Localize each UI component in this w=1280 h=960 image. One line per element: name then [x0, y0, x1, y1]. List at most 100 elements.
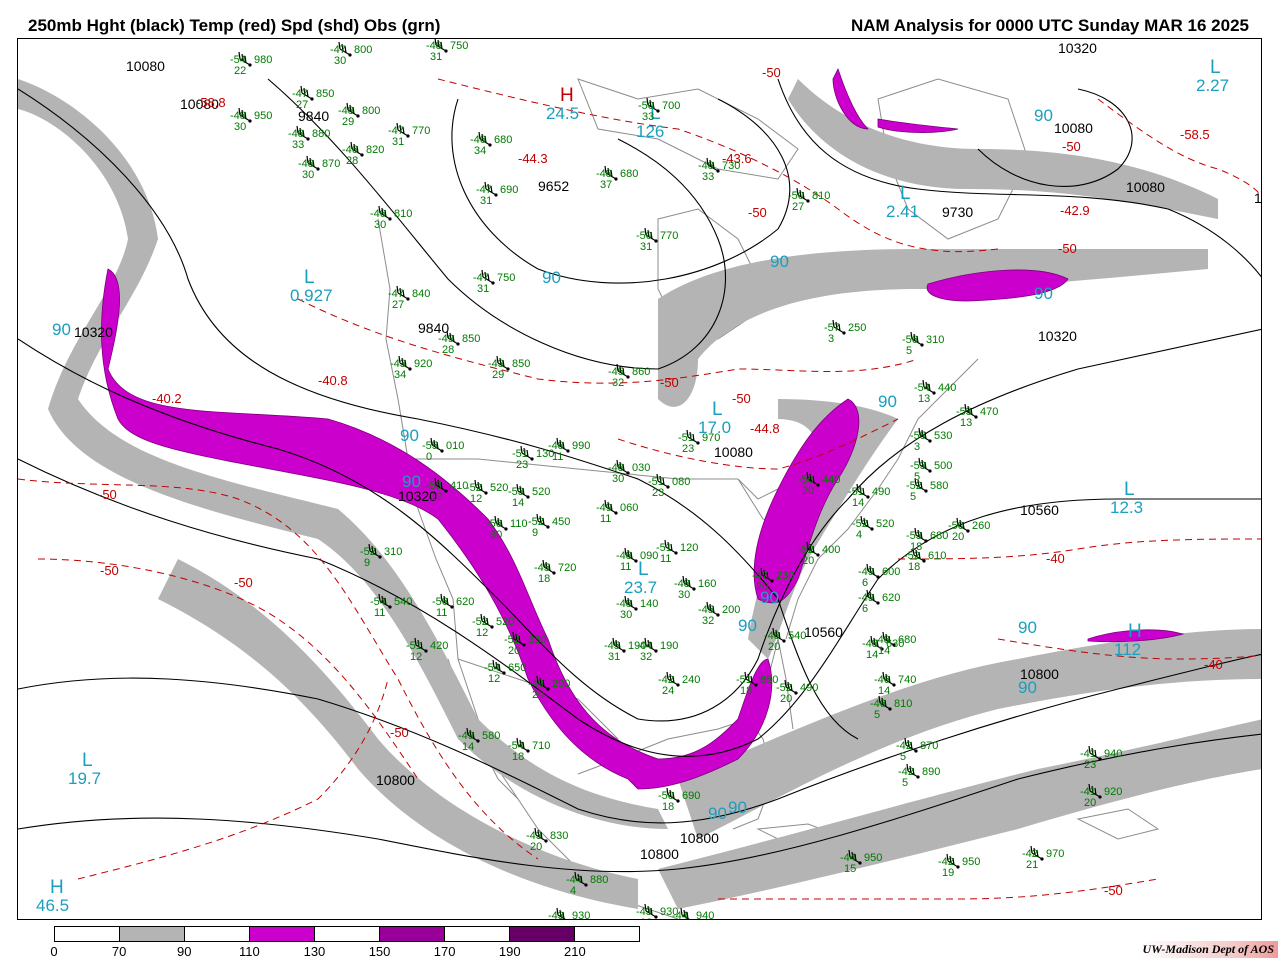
- speed-label: 90: [402, 472, 421, 491]
- obs-dewpoint-depression: 34: [474, 145, 486, 157]
- obs-station-dot: [1098, 757, 1102, 761]
- speed-label: 90: [770, 252, 789, 271]
- obs-station-dot: [316, 167, 320, 171]
- obs-dewpoint-depression: 30: [490, 529, 502, 541]
- temperature-label: -50: [1104, 883, 1123, 898]
- temperature-label: -40.2: [152, 391, 182, 406]
- obs-dewpoint-depression: 20: [952, 531, 964, 543]
- obs-station-dot: [916, 775, 920, 779]
- height-label: 9730: [942, 204, 973, 220]
- obs-dewpoint-depression: 14: [866, 649, 878, 661]
- jet-core-greenland-east: [877, 118, 959, 133]
- obs-height: 240: [682, 674, 700, 686]
- obs-station-dot: [956, 865, 960, 869]
- obs-station-dot: [1040, 857, 1044, 861]
- obs-dewpoint-depression: 13: [960, 417, 972, 429]
- low-pressure-label: L: [1210, 57, 1221, 78]
- obs-dewpoint-depression: 14: [852, 497, 864, 509]
- obs-dewpoint-depression: 30: [620, 609, 632, 621]
- obs-station-dot: [348, 53, 352, 57]
- obs-station-dot: [584, 883, 588, 887]
- obs-dewpoint-depression: 12: [488, 673, 500, 685]
- obs-dewpoint-depression: 21: [1026, 859, 1038, 871]
- speed-label: 90: [878, 392, 897, 411]
- obs-height: 120: [680, 542, 698, 554]
- height-label: 10800: [640, 846, 679, 862]
- legend-segment: [250, 927, 315, 941]
- obs-dewpoint-depression: 37: [600, 179, 612, 191]
- obs-height: 990: [572, 440, 590, 452]
- obs-dewpoint-depression: 18: [662, 801, 674, 813]
- obs-height: 970: [702, 432, 720, 444]
- temperature-label: -44.8: [750, 421, 780, 436]
- legend-segment: [510, 927, 575, 941]
- obs-height: 870: [322, 158, 340, 170]
- obs-station-dot: [876, 575, 880, 579]
- obs-station-dot: [654, 915, 658, 919]
- height-label: 9652: [538, 178, 569, 194]
- obs-station-dot: [622, 649, 626, 653]
- obs-dewpoint-depression: 32: [640, 651, 652, 663]
- obs-height: 730: [722, 160, 740, 172]
- temperature-label: -40: [1046, 551, 1065, 566]
- obs-dewpoint-depression: 12: [430, 491, 442, 503]
- obs-height: 810: [812, 190, 830, 202]
- height-label: 10320: [74, 324, 113, 340]
- obs-height: 710: [532, 740, 550, 752]
- obs-station-dot: [614, 511, 618, 515]
- obs-height: 420: [430, 640, 448, 652]
- obs-height: 940: [696, 910, 714, 920]
- obs-station-dot: [914, 749, 918, 753]
- obs-station-dot: [424, 649, 428, 653]
- obs-height: 890: [922, 766, 940, 778]
- temperature-label: -42.9: [1060, 203, 1090, 218]
- temperature-label: -50: [390, 725, 409, 740]
- height-label: 10800: [680, 830, 719, 846]
- obs-dewpoint-depression: 4: [856, 529, 862, 541]
- obs-station-dot: [526, 749, 530, 753]
- obs-dewpoint-depression: 6: [862, 577, 868, 589]
- obs-dewpoint-depression: 31: [640, 241, 652, 253]
- obs-dewpoint-depression: 20: [802, 485, 814, 497]
- obs-height: 060: [620, 502, 638, 514]
- obs-dewpoint-depression: 18: [538, 573, 550, 585]
- obs-height: 680: [898, 634, 916, 646]
- obs-dewpoint-depression: 33: [292, 139, 304, 151]
- obs-height: 540: [394, 596, 412, 608]
- obs-height: 600: [882, 566, 900, 578]
- obs-dewpoint-depression: 14: [878, 685, 890, 697]
- low-pressure-label: L: [82, 750, 93, 771]
- center-value-label: 2.41: [886, 202, 919, 221]
- speed-label: 90: [1018, 678, 1037, 697]
- obs-dewpoint-depression: 30: [334, 55, 346, 67]
- obs-height: 740: [898, 674, 916, 686]
- obs-dewpoint-depression: 20: [530, 841, 542, 853]
- obs-height: 160: [698, 578, 716, 590]
- obs-height: 080: [672, 476, 690, 488]
- obs-station-dot: [654, 239, 658, 243]
- low-pressure-label: L: [304, 267, 315, 288]
- legend-segment: [120, 927, 185, 941]
- obs-height: 880: [590, 874, 608, 886]
- obs-dewpoint-depression: 14: [878, 645, 890, 657]
- center-value-label: 2.27: [1196, 76, 1229, 95]
- obs-dewpoint-depression: 30: [302, 169, 314, 181]
- obs-dewpoint-depression: 15: [844, 863, 856, 875]
- temperature-label: -50: [100, 563, 119, 578]
- obs-station-dot: [388, 217, 392, 221]
- obs-height: 400: [822, 544, 840, 556]
- low-pressure-label: L: [712, 399, 723, 420]
- center-value-label: 19.7: [68, 769, 101, 788]
- obs-dewpoint-depression: 29: [342, 116, 354, 128]
- obs-station-dot: [716, 613, 720, 617]
- legend-tick: 210: [564, 944, 586, 959]
- obs-dewpoint-depression: 33: [642, 111, 654, 123]
- obs-dewpoint-depression: 32: [702, 615, 714, 627]
- obs-station-dot: [974, 415, 978, 419]
- obs-height: 520: [490, 482, 508, 494]
- obs-dewpoint-depression: 27: [392, 299, 404, 311]
- obs-station-dot: [406, 134, 410, 138]
- obs-dewpoint-depression: 31: [608, 651, 620, 663]
- obs-dewpoint-depression: 9: [364, 557, 370, 569]
- obs-dewpoint-depression: 20: [768, 641, 780, 653]
